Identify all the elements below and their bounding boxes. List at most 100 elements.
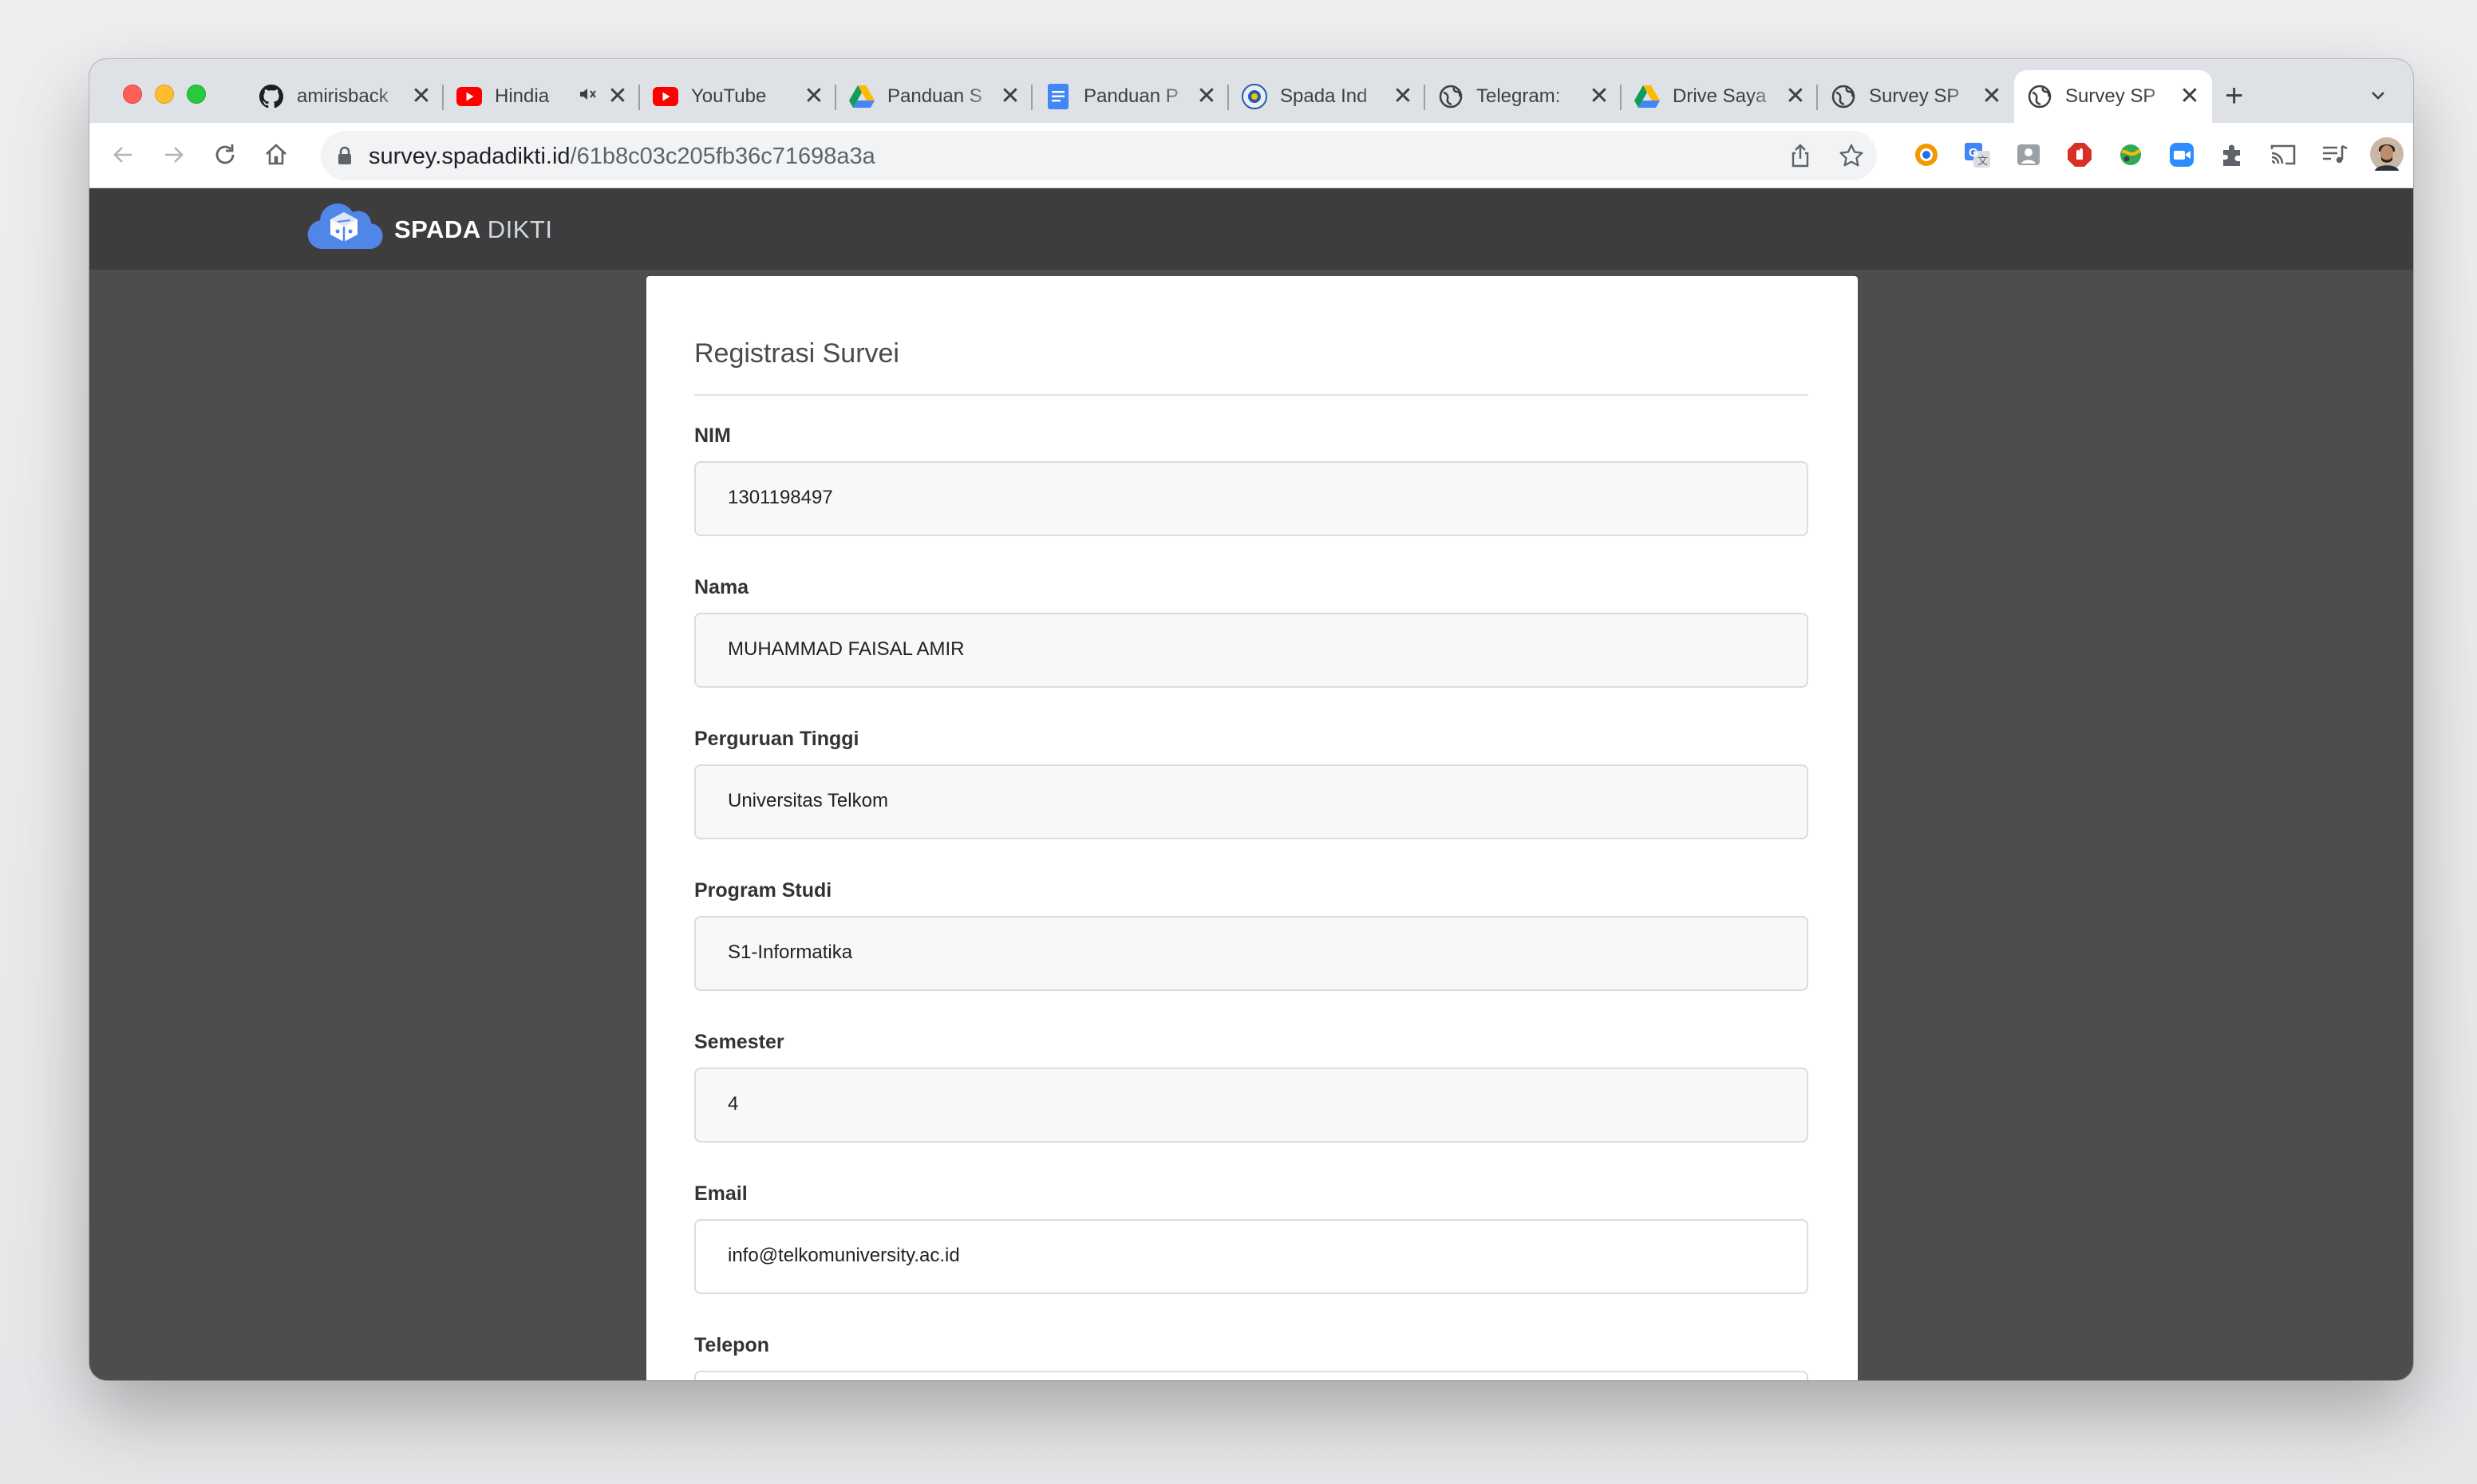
forward-button[interactable] xyxy=(158,139,190,171)
tab-close-button[interactable]: ✕ xyxy=(999,85,1021,109)
tab-title: Survey SP xyxy=(1869,85,1960,107)
tab-title: amirisback xyxy=(297,85,389,107)
tab-youtube[interactable]: YouTube ✕ xyxy=(640,70,836,123)
share-icon[interactable] xyxy=(1788,143,1813,168)
telepon-field[interactable] xyxy=(694,1371,1808,1380)
semester-field[interactable]: 4 xyxy=(694,1068,1808,1143)
email-field[interactable]: info@telkomuniversity.ac.id xyxy=(694,1219,1808,1294)
address-bar[interactable]: survey.spadadikti.id/61b8c03c205fb36c716… xyxy=(321,131,1877,180)
maximize-window-button[interactable] xyxy=(187,85,206,104)
spada-dikti-logo[interactable]: SPADA DIKTI xyxy=(305,203,553,258)
tab-close-button[interactable]: ✕ xyxy=(1392,85,1414,109)
youtube-icon xyxy=(456,84,482,109)
google-docs-icon xyxy=(1045,84,1071,109)
tab-close-button[interactable]: ✕ xyxy=(803,85,825,109)
perguruan-tinggi-field[interactable]: Universitas Telkom xyxy=(694,764,1808,839)
brand-suffix: DIKTI xyxy=(487,215,553,243)
tab-amirisback[interactable]: amirisback ✕ xyxy=(246,70,444,123)
program-studi-value: S1-Informatika xyxy=(728,941,853,963)
speaker-muted-icon[interactable] xyxy=(579,86,597,107)
tab-telegram[interactable]: Telegram: ✕ xyxy=(1425,70,1622,123)
nim-value: 1301198497 xyxy=(728,487,833,508)
perguruan-tinggi-label: Perguruan Tinggi xyxy=(694,728,859,750)
tab-title: Survey SP xyxy=(2065,85,2156,107)
bookmark-star-icon[interactable] xyxy=(1839,143,1864,168)
new-tab-button[interactable]: + xyxy=(2225,80,2243,112)
tab-title: Hindia xyxy=(495,85,550,107)
program-studi-label: Program Studi xyxy=(694,879,832,902)
back-button[interactable] xyxy=(107,139,139,171)
tab-title: Spada Ind xyxy=(1280,85,1368,107)
media-queue-icon[interactable] xyxy=(2321,140,2349,169)
tab-survey-sp-active[interactable]: Survey SP ✕ xyxy=(2014,70,2212,123)
github-icon xyxy=(259,84,284,109)
brand-name: SPADA xyxy=(394,215,481,243)
google-drive-icon xyxy=(849,84,875,109)
nama-field[interactable]: MUHAMMAD FAISAL AMIR xyxy=(694,613,1808,688)
tab-hindia[interactable]: Hindia ✕ xyxy=(444,70,640,123)
minimize-window-button[interactable] xyxy=(155,85,174,104)
tab-close-button[interactable]: ✕ xyxy=(1195,85,1218,109)
program-studi-field[interactable]: S1-Informatika xyxy=(694,916,1808,991)
email-value: info@telkomuniversity.ac.id xyxy=(728,1245,960,1266)
telepon-label: Telepon xyxy=(694,1334,769,1356)
tab-panduan-s[interactable]: Panduan S ✕ xyxy=(836,70,1033,123)
browser-toolbar: survey.spadadikti.id/61b8c03c205fb36c716… xyxy=(89,123,2413,188)
url-text[interactable]: survey.spadadikti.id/61b8c03c205fb36c716… xyxy=(369,144,875,170)
nama-value: MUHAMMAD FAISAL AMIR xyxy=(728,638,965,660)
tab-close-button[interactable]: ✕ xyxy=(606,85,629,109)
nim-field[interactable]: 1301198497 xyxy=(694,461,1808,536)
globe-icon xyxy=(1438,84,1464,109)
tab-close-button[interactable]: ✕ xyxy=(1588,85,1610,109)
semester-label: Semester xyxy=(694,1031,784,1053)
url-path: /61b8c03c205fb36c71698a3a xyxy=(570,144,875,169)
lock-icon[interactable] xyxy=(337,146,353,169)
svg-text:文: 文 xyxy=(1977,155,1988,167)
tab-title: YouTube xyxy=(691,85,767,107)
reload-button[interactable] xyxy=(209,139,241,171)
nim-label: NIM xyxy=(694,424,731,447)
globe-icon xyxy=(2027,84,2052,109)
chevron-down-icon[interactable] xyxy=(2365,83,2391,109)
tab-drive-saya[interactable]: Drive Saya ✕ xyxy=(1622,70,1818,123)
tab-panduan-p[interactable]: Panduan P ✕ xyxy=(1033,70,1229,123)
puzzle-piece-icon[interactable] xyxy=(2218,140,2247,169)
zoom-video-icon[interactable] xyxy=(2167,140,2196,169)
globe-extension-icon[interactable] xyxy=(2116,140,2145,169)
email-label: Email xyxy=(694,1182,748,1205)
tab-title: Telegram: xyxy=(1476,85,1561,107)
tab-title: Panduan P xyxy=(1084,85,1179,107)
google-drive-icon xyxy=(1634,84,1660,109)
youtube-icon xyxy=(653,84,678,109)
divider xyxy=(694,394,1808,396)
adblock-icon[interactable] xyxy=(2065,140,2094,169)
semester-value: 4 xyxy=(728,1093,739,1115)
tab-close-button[interactable]: ✕ xyxy=(410,85,433,109)
tab-close-button[interactable]: ✕ xyxy=(1981,85,2003,109)
registration-card: Registrasi Survei NIM 1301198497 Nama MU… xyxy=(646,276,1858,1380)
home-button[interactable] xyxy=(260,139,292,171)
form-title: Registrasi Survei xyxy=(694,338,899,369)
site-header: SPADA DIKTI xyxy=(89,188,2413,270)
nama-label: Nama xyxy=(694,576,749,598)
extension-orange-icon[interactable] xyxy=(1912,140,1941,169)
tab-survey-sp[interactable]: Survey SP ✕ xyxy=(1818,70,2014,123)
tab-close-button[interactable]: ✕ xyxy=(2179,85,2201,109)
cloud-cube-icon xyxy=(305,203,383,258)
svg-text:G: G xyxy=(1969,146,1978,160)
spada-icon xyxy=(1242,84,1267,109)
perguruan-tinggi-value: Universitas Telkom xyxy=(728,790,888,811)
globe-icon xyxy=(1831,84,1856,109)
tab-strip: amirisback ✕ Hindia ✕ YouTube ✕ Panduan … xyxy=(89,59,2413,123)
url-host: survey.spadadikti.id xyxy=(369,144,571,169)
tab-title: Panduan S xyxy=(887,85,982,107)
cast-icon[interactable] xyxy=(2270,140,2298,169)
avatar[interactable] xyxy=(2370,137,2404,171)
user-profile-extension-icon[interactable] xyxy=(2014,140,2043,169)
close-window-button[interactable] xyxy=(123,85,142,104)
google-translate-icon[interactable]: G文 xyxy=(1963,140,1992,169)
browser-window: amirisback ✕ Hindia ✕ YouTube ✕ Panduan … xyxy=(89,59,2413,1380)
tab-title: Drive Saya xyxy=(1673,85,1767,107)
tab-close-button[interactable]: ✕ xyxy=(1784,85,1807,109)
tab-spada-ind[interactable]: Spada Ind ✕ xyxy=(1229,70,1425,123)
